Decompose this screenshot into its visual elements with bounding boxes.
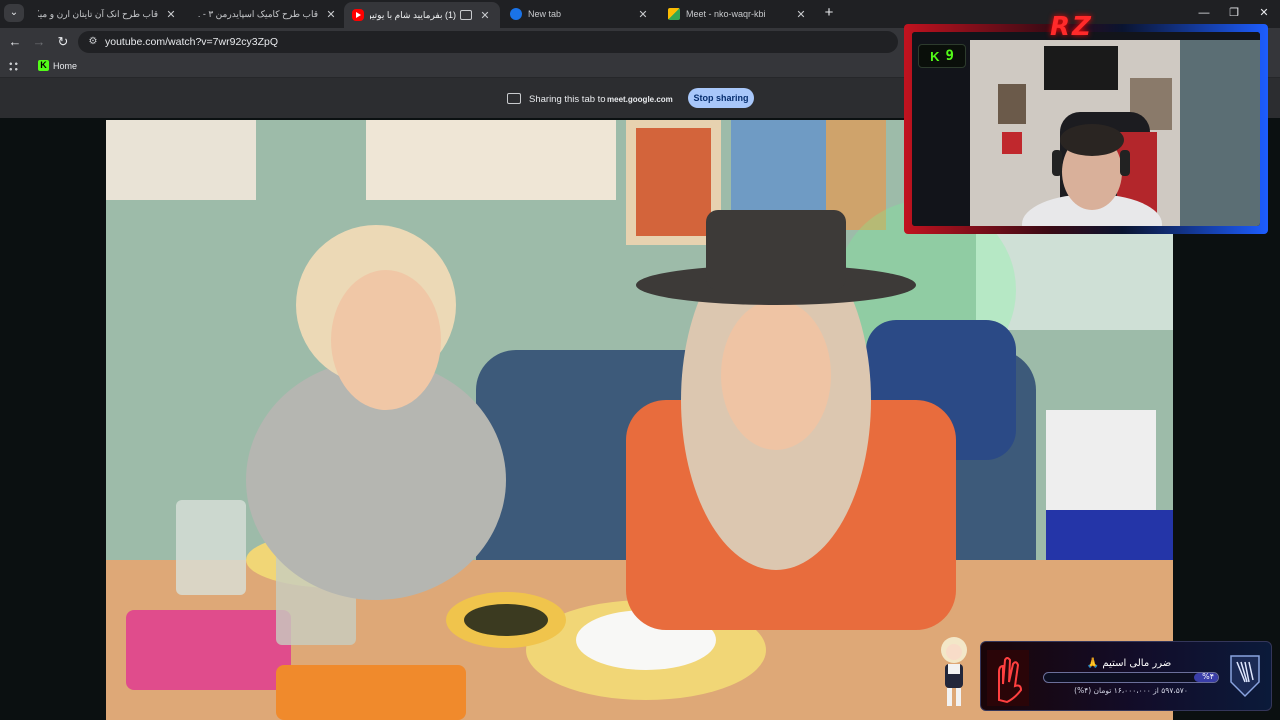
sharing-indicator-icon [460,10,472,20]
restore-icon[interactable]: ❐ [1224,4,1244,22]
goal-title: ضرر مالی استیم 🙏 [1086,658,1172,669]
kick-logo-icon: K [930,48,940,64]
goal-progress-bar: %۴ [1043,672,1219,683]
tab-new-tab[interactable]: New tab ✕ [502,2,658,26]
tab-search-button[interactable]: ⌄ [4,4,24,22]
sharing-host: meet.google.com [607,95,673,104]
wings-emblem-icon [1230,655,1260,698]
apps-grid-icon[interactable] [8,61,19,72]
url-text[interactable]: youtube.com/watch?v=7wr92cy3ZpQ [105,36,278,48]
youtube-icon [352,9,364,21]
google-meet-icon [668,8,680,20]
tab-title: Meet - nko-waqr-kbi [686,9,766,19]
tab-meet[interactable]: Meet - nko-waqr-kbi ✕ [660,2,816,26]
bookmark-home[interactable]: K Home [38,60,77,71]
channel-brand-logo: RZ [1050,12,1093,42]
close-icon[interactable]: ✕ [794,8,808,21]
tab-title: New tab [528,9,562,19]
close-window-icon[interactable]: ✕ [1254,4,1274,22]
sharing-text: Sharing this tab to [529,94,606,105]
close-icon[interactable]: ✕ [164,8,178,21]
goal-percent: %۴ [1202,672,1214,681]
chrome-newtab-icon [510,8,522,20]
forward-icon[interactable]: → [29,32,49,52]
close-icon[interactable]: ✕ [324,8,338,21]
site-info-icon[interactable]: ⚙ [86,35,100,49]
new-tab-button[interactable]: + [821,5,837,21]
kick-icon: K [38,60,49,71]
tab-title: قاب طرح انک آن تایتان ارن و میکا [38,8,158,19]
donation-goal-widget: ضرر مالی استیم 🙏 %۴ ۵۹۷،۵۷۰ از ۱۶،۰۰۰،۰۰… [980,641,1272,711]
bookmark-label: Home [53,60,78,71]
tab-2[interactable]: قاب طرح کامیک اسپایدرمن ۳ - .. ✕ [190,2,346,26]
hand-gesture-icon [987,650,1029,706]
address-bar[interactable]: ⚙ youtube.com/watch?v=7wr92cy3ZpQ [78,31,898,53]
stop-sharing-button[interactable]: Stop sharing [688,88,754,108]
reload-icon[interactable]: ↻ [53,32,73,52]
back-icon[interactable]: ← [5,32,25,52]
tab-title: (1) بفرمایید شام با یوتیوبرا (... [370,9,456,20]
goal-amount: ۵۹۷،۵۷۰ از ۱۶،۰۰۰،۰۰۰ تومان (۴%) [1074,686,1188,695]
minimize-icon[interactable]: — [1194,4,1214,22]
viewer-count: 9 [945,48,954,64]
chibi-mascot-icon [941,637,967,706]
close-icon[interactable]: ✕ [636,8,650,21]
screen-share-icon [507,93,521,104]
tab-1[interactable]: قاب طرح انک آن تایتان ارن و میکا ✕ [30,2,186,26]
close-icon[interactable]: ✕ [478,9,492,22]
tab-active-youtube[interactable]: (1) بفرمایید شام با یوتیوبرا (... ✕ [344,2,500,28]
viewer-count-badge: K 9 [918,44,966,68]
tab-title: قاب طرح کامیک اسپایدرمن ۳ - .. [198,8,318,19]
